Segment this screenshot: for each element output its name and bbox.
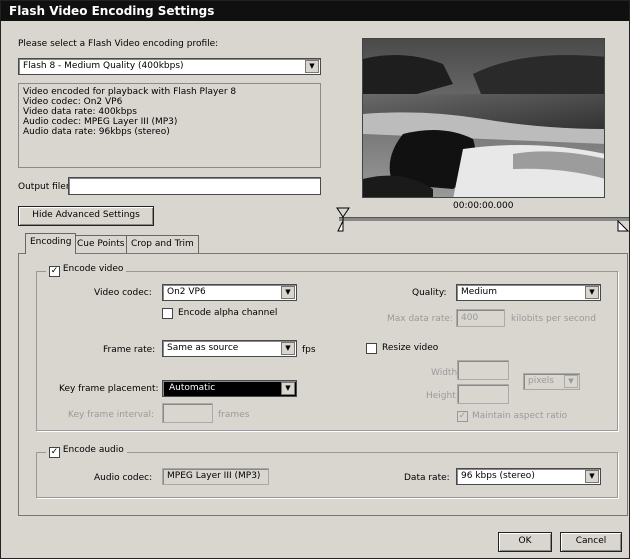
cancel-button[interactable]: Cancel	[560, 532, 622, 552]
encode-audio-checkbox[interactable]: ✓	[49, 447, 60, 458]
profile-info-line: Audio codec: MPEG Layer III (MP3)	[23, 117, 178, 127]
chevron-down-icon: ▼	[281, 342, 295, 355]
audio-codec-label: Audio codec:	[94, 473, 153, 483]
resize-video-label: Resize video	[382, 343, 439, 353]
size-unit-select[interactable]: pixels ▼	[523, 373, 580, 390]
chevron-down-icon: ▼	[564, 375, 578, 388]
data-rate-select[interactable]: 96 kbps (stereo) ▼	[456, 468, 601, 485]
profile-prompt: Please select a Flash Video encoding pro…	[18, 39, 219, 49]
dialog-window: Flash Video Encoding Settings Please sel…	[0, 0, 630, 559]
frame-rate-value: Same as source	[167, 343, 239, 353]
profile-select-value: Flash 8 - Medium Quality (400kbps)	[23, 61, 184, 71]
maintain-aspect-checkbox[interactable]: ✓	[457, 411, 468, 422]
beach-scene-image	[363, 39, 604, 197]
maintain-aspect-label: Maintain aspect ratio	[472, 411, 568, 421]
quality-value: Medium	[461, 287, 497, 297]
video-codec-value: On2 VP6	[167, 287, 206, 297]
max-data-rate-label: Max data rate:	[387, 314, 453, 324]
encode-video-checkbox[interactable]: ✓	[49, 266, 60, 277]
video-preview	[362, 38, 605, 198]
chevron-down-icon: ▼	[281, 382, 295, 395]
size-unit-value: pixels	[528, 376, 554, 386]
key-frame-interval-label: Key frame interval:	[68, 410, 155, 420]
chevron-down-icon: ▼	[305, 60, 319, 73]
audio-codec-value: MPEG Layer III (MP3)	[167, 471, 261, 481]
profile-select[interactable]: Flash 8 - Medium Quality (400kbps) ▼	[18, 58, 321, 75]
frame-rate-select[interactable]: Same as source ▼	[162, 340, 297, 357]
frame-rate-label: Frame rate:	[103, 345, 156, 355]
profile-info-line: Video encoded for playback with Flash Pl…	[23, 87, 237, 97]
audio-codec-field: MPEG Layer III (MP3)	[162, 468, 269, 485]
in-point-marker-icon[interactable]	[336, 207, 352, 233]
quality-label: Quality:	[412, 288, 447, 298]
frame-rate-unit: fps	[302, 345, 316, 355]
encode-audio-legend: ✓ Encode audio	[46, 445, 127, 458]
profile-info-line: Audio data rate: 96kbps (stereo)	[23, 127, 170, 137]
hide-advanced-settings-button[interactable]: Hide Advanced Settings	[18, 206, 154, 226]
tab-cue-points[interactable]: Cue Points	[72, 235, 130, 253]
encode-audio-label: Encode audio	[62, 445, 124, 455]
max-data-rate-unit: kilobits per second	[511, 314, 596, 324]
encode-alpha-label: Encode alpha channel	[178, 308, 278, 318]
quality-select[interactable]: Medium ▼	[456, 284, 601, 301]
profile-info-box: Video encoded for playback with Flash Pl…	[18, 83, 321, 168]
data-rate-label: Data rate:	[404, 473, 450, 483]
video-codec-label: Video codec:	[94, 288, 152, 298]
chevron-down-icon: ▼	[585, 470, 599, 483]
encode-video-label: Encode video	[62, 264, 124, 274]
profile-info-line: Video data rate: 400kbps	[23, 107, 137, 117]
resize-video-checkbox[interactable]	[366, 343, 377, 354]
profile-info-line: Video codec: On2 VP6	[23, 97, 123, 107]
tab-crop-and-trim[interactable]: Crop and Trim	[126, 235, 199, 253]
key-frame-interval-unit: frames	[218, 410, 250, 420]
tab-encoding[interactable]: Encoding	[25, 233, 77, 254]
ok-button[interactable]: OK	[498, 532, 552, 552]
out-point-marker-icon[interactable]	[617, 220, 629, 232]
chevron-down-icon: ▼	[585, 286, 599, 299]
encode-alpha-checkbox[interactable]	[162, 308, 173, 319]
preview-timecode: 00:00:00.000	[453, 201, 514, 211]
data-rate-value: 96 kbps (stereo)	[461, 471, 535, 481]
encode-video-legend: ✓ Encode video	[46, 264, 127, 277]
key-frame-interval-input[interactable]	[162, 403, 213, 423]
max-data-rate-input[interactable]: 400	[456, 309, 505, 327]
key-frame-placement-label: Key frame placement:	[59, 384, 159, 394]
chevron-down-icon: ▼	[281, 286, 295, 299]
timeline-scrubber[interactable]	[339, 217, 629, 221]
encoding-panel: ✓ Encode video Video codec: On2 VP6 ▼ En…	[18, 253, 628, 516]
key-frame-placement-value: Automatic	[167, 382, 279, 395]
video-codec-select[interactable]: On2 VP6 ▼	[162, 284, 297, 301]
window-title: Flash Video Encoding Settings	[1, 1, 629, 21]
width-label: Width:	[431, 368, 461, 378]
height-input[interactable]	[457, 384, 509, 404]
key-frame-placement-select[interactable]: Automatic ▼	[162, 380, 297, 397]
output-filename-input[interactable]	[68, 177, 321, 195]
height-label: Height:	[426, 391, 459, 401]
width-input[interactable]	[457, 360, 509, 380]
